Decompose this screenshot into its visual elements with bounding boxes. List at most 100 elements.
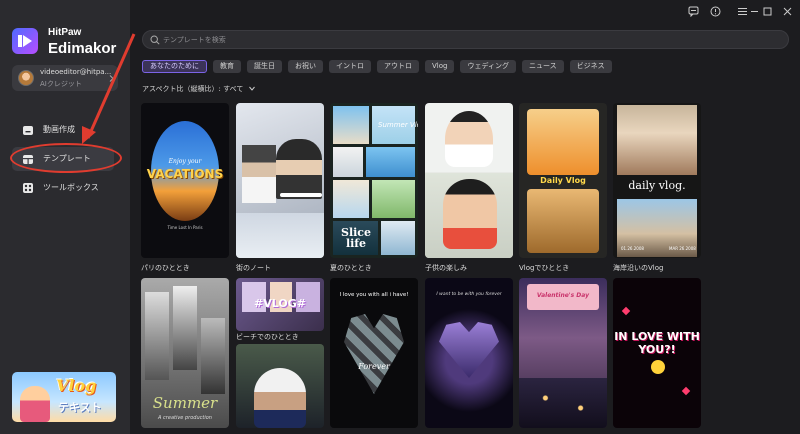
emoji-icon — [651, 360, 665, 374]
template-label: 海岸沿いのVlog — [613, 264, 664, 272]
category-chip-intro[interactable]: イントロ — [329, 60, 371, 73]
template-thumbnail — [439, 322, 499, 378]
template-card-in-love[interactable]: IN LOVE WITH YOU?! — [613, 278, 701, 428]
template-thumbnail — [333, 180, 369, 218]
aspect-ratio-label: アスペクト比（縦横比）: すべて — [142, 85, 244, 93]
video-create-icon — [23, 126, 33, 135]
template-thumbnail-child — [445, 111, 493, 167]
template-card-valentine[interactable]: Valentine's Day — [519, 278, 607, 428]
help-button[interactable] — [708, 4, 722, 18]
nav-toolbox[interactable]: ツールボックス — [12, 176, 114, 200]
close-icon — [783, 7, 791, 15]
category-chip-news[interactable]: ニュース — [521, 60, 564, 73]
template-overlay-caption: Time Lost In Paris — [167, 225, 203, 230]
category-chip-celebration[interactable]: お祝い — [288, 60, 323, 73]
template-thumbnail — [527, 109, 599, 175]
promo-subtitle: テキスト — [58, 401, 102, 414]
app-logo — [12, 28, 38, 54]
category-chip-for-you[interactable]: あなたのために — [142, 60, 207, 73]
template-card-city-notes[interactable] — [236, 103, 324, 258]
template-card-summer[interactable]: Summer Vlog Slice life — [330, 103, 418, 258]
maximize-button[interactable] — [760, 4, 774, 18]
heart-icon — [621, 306, 631, 316]
template-thumbnail — [201, 318, 225, 394]
template-card-summer-bw[interactable]: Summer A creative production — [141, 278, 229, 428]
template-overlay-caption: A creative production — [158, 415, 212, 421]
template-overlay-title: Summer — [152, 394, 218, 412]
template-search-bar[interactable] — [142, 30, 789, 49]
template-label: パリのひととき — [141, 264, 190, 272]
template-card-daily-vlog[interactable]: Daily Vlog — [519, 103, 607, 258]
template-card-kids-fun[interactable] — [425, 103, 513, 258]
category-chip-education[interactable]: 教育 — [213, 60, 241, 73]
minimize-icon — [750, 10, 758, 12]
template-thumbnail — [372, 180, 415, 218]
template-thumbnail-bottom — [236, 213, 324, 258]
search-icon — [150, 35, 160, 45]
template-overlay-title: #VLOG# — [254, 297, 306, 310]
template-card-sports[interactable] — [236, 344, 324, 428]
category-chip-business[interactable]: ビジネス — [569, 60, 612, 73]
aspect-ratio-filter[interactable]: アスペクト比（縦横比）: すべて — [142, 84, 255, 94]
maximize-icon — [763, 7, 771, 15]
template-overlay-title: VACATIONS — [146, 167, 224, 181]
promo-illustration — [20, 386, 50, 422]
template-overlay-text: Enjoy your — [168, 158, 202, 165]
template-overlay-date: 01.26.2008 — [621, 246, 644, 251]
template-label: 街のノート — [236, 264, 271, 272]
template-overlay-title: Slice life — [341, 226, 371, 250]
template-card-forever[interactable]: I want to be with you forever — [425, 278, 513, 428]
template-label: ビーチでのひととき — [236, 333, 299, 341]
category-chip-outro[interactable]: アウトロ — [377, 60, 419, 73]
template-thumbnail-bar — [280, 193, 322, 197]
heart-icon — [681, 386, 691, 396]
template-label: 夏のひととき — [330, 264, 372, 272]
close-button[interactable] — [780, 4, 794, 18]
template-label: 子供の楽しみ — [425, 264, 467, 272]
template-overlay-text: I want to be with you forever — [436, 292, 502, 297]
category-chip-wedding[interactable]: ウェディング — [460, 60, 516, 73]
template-overlay-title: Valentine's Day — [536, 292, 590, 299]
annotation-arrow — [82, 33, 136, 144]
template-thumbnail — [242, 145, 276, 203]
template-card-paris[interactable]: Enjoy your VACATIONS Time Lost In Paris — [141, 103, 229, 258]
minimize-button[interactable] — [747, 4, 761, 18]
template-overlay-title: Forever — [358, 362, 390, 371]
template-thumbnail — [173, 286, 197, 370]
promo-banner[interactable]: Vlog テキスト — [12, 372, 116, 422]
feedback-button[interactable] — [686, 4, 700, 18]
menu-icon — [737, 7, 747, 15]
category-chip-birthday[interactable]: 誕生日 — [247, 60, 282, 73]
promo-title: Vlog — [56, 376, 97, 395]
template-card-coast-vlog[interactable]: daily vlog. 01.26.2008 MAR 26.2008 — [613, 103, 701, 258]
template-overlay-text: Summer Vlog — [378, 121, 418, 129]
nav-label-toolbox: ツールボックス — [43, 183, 99, 192]
template-thumbnail — [527, 189, 599, 253]
chevron-down-icon — [248, 86, 255, 91]
template-label: Vlogでひととき — [519, 264, 570, 272]
feedback-icon — [688, 6, 698, 17]
category-chip-vlog[interactable]: Vlog — [425, 60, 455, 73]
avatar — [18, 70, 34, 86]
template-thumbnail — [381, 221, 415, 255]
template-thumbnail — [254, 368, 306, 428]
template-thumbnail — [617, 105, 697, 175]
toolbox-icon — [23, 183, 33, 193]
template-overlay-date: MAR 26.2008 — [669, 246, 696, 251]
template-overlay-title: Daily Vlog — [540, 176, 586, 185]
template-thumbnail — [344, 314, 404, 394]
template-thumbnail — [333, 147, 363, 177]
search-input[interactable] — [163, 33, 763, 47]
template-overlay-text: I love you with all i have! — [339, 292, 409, 298]
template-thumbnail — [333, 106, 369, 144]
template-thumbnail-child — [443, 179, 497, 249]
template-thumbnail — [366, 147, 415, 177]
template-overlay-title: IN LOVE WITH YOU?! — [614, 330, 700, 356]
template-thumbnail — [145, 292, 169, 380]
template-card-beach[interactable]: #VLOG# — [236, 278, 324, 331]
category-chips: あなたのために 教育 誕生日 お祝い イントロ アウトロ Vlog ウェディング… — [142, 60, 612, 74]
template-thumbnail-city — [519, 378, 607, 428]
template-thumbnail-person — [276, 139, 322, 199]
help-icon — [710, 6, 720, 16]
template-card-love-heart[interactable]: I love you with all i have! Forever — [330, 278, 418, 428]
